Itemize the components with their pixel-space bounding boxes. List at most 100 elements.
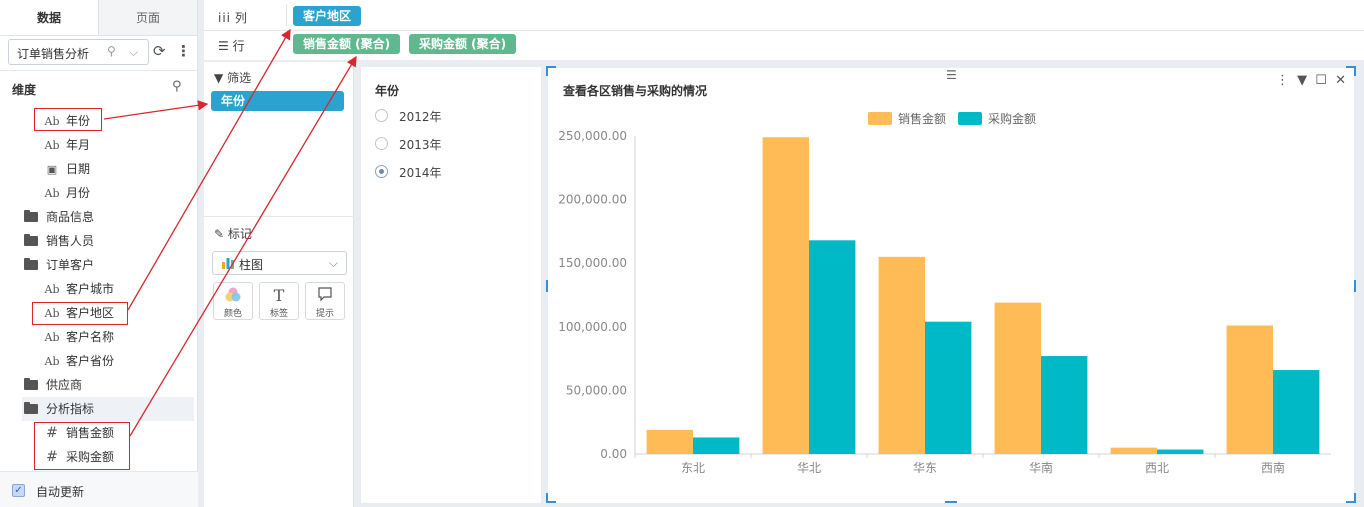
y-tick-label: 250,000.00 (558, 129, 627, 143)
filter-pill-year[interactable]: 年份 (211, 91, 344, 111)
filter-icon: ▼ (214, 71, 224, 85)
divider (204, 216, 354, 217)
rows-label: 行 (232, 39, 245, 53)
tree-item[interactable]: Ab 客户省份 (44, 350, 115, 372)
color-button[interactable]: 颜色 (213, 282, 253, 320)
bar-chart-icon (222, 258, 234, 269)
year-option-label: 2012年 (399, 110, 442, 124)
bar (878, 256, 925, 454)
refresh-icon[interactable]: ⟳ (153, 42, 166, 60)
bar (1157, 449, 1204, 454)
y-tick-label: 150,000.00 (558, 256, 627, 270)
pin-icon: ✎ (214, 227, 225, 241)
dataset-row: 订单销售分析 ⚲ ⌵ ⟳ ⋮ (8, 39, 194, 65)
bar (762, 137, 809, 454)
tab-page[interactable]: 页面 (98, 0, 197, 35)
resize-handle[interactable] (945, 501, 957, 503)
columns-shelf-label: iii 列 (218, 9, 247, 26)
label-label: 标签 (269, 309, 288, 319)
bar (693, 437, 740, 454)
y-tick-label: 50,000.00 (566, 383, 627, 397)
mark-type-select[interactable]: 柱图 ⌵ (212, 251, 347, 275)
panel-tabs: 数据 页面 (0, 0, 197, 36)
filter-label: 筛选 (227, 71, 252, 85)
label-button[interactable]: T 标签 (259, 282, 299, 320)
tree-item[interactable]: 订单客户 (24, 254, 94, 276)
tree-item-label: 年月 (66, 138, 91, 152)
resize-handle[interactable] (1354, 66, 1356, 76)
tree-item-label: 订单客户 (46, 258, 95, 272)
row-pill-sales[interactable]: 销售金额 (聚合) (293, 34, 401, 54)
rows-shelf-label: ☰ 行 (218, 37, 245, 54)
auto-update-checkbox[interactable]: ✓ (12, 484, 25, 497)
resize-handle[interactable] (546, 280, 548, 292)
text-field-icon: Ab (44, 283, 60, 296)
more-icon[interactable]: ⋮ (176, 42, 191, 60)
divider (0, 70, 198, 71)
text-field-icon: Ab (44, 331, 60, 344)
x-tick-label: 东北 (681, 461, 705, 475)
tree-item-label: 分析指标 (46, 402, 95, 416)
bar (809, 240, 856, 454)
folder-open-icon (24, 258, 38, 270)
search-icon[interactable]: ⚲ (172, 79, 182, 94)
resize-handle[interactable] (1354, 280, 1356, 292)
marks-title: ✎ 标记 (214, 225, 252, 242)
tab-data[interactable]: 数据 (0, 0, 98, 35)
x-tick-label: 华南 (1029, 460, 1053, 475)
bar (925, 321, 972, 454)
text-field-icon: Ab (44, 355, 60, 368)
year-option-label: 2014年 (399, 166, 442, 180)
tree-item[interactable]: Ab 年月 (44, 134, 91, 156)
tree-item-label: 客户名称 (66, 330, 115, 344)
folder-icon (24, 234, 38, 246)
tooltip-label: 提示 (315, 309, 334, 319)
row-pill-purchase[interactable]: 采购金额 (聚合) (409, 34, 517, 54)
resize-handle[interactable] (1354, 493, 1356, 503)
tooltip-icon (306, 286, 344, 306)
radio-button[interactable] (375, 165, 388, 178)
folder-icon (24, 210, 38, 222)
auto-update-row: ✓ 自动更新 (0, 471, 198, 507)
tree-item[interactable]: Ab 客户城市 (44, 278, 115, 300)
bar (1273, 370, 1320, 454)
tree-item-label: 客户省份 (66, 354, 115, 368)
folder-icon (24, 378, 38, 390)
tree-item[interactable]: 商品信息 (24, 206, 94, 228)
tree-item-label: 日期 (66, 162, 91, 176)
bar (1110, 447, 1157, 454)
search-icon[interactable]: ⚲ (107, 44, 116, 58)
text-field-icon: Ab (44, 139, 60, 152)
bar (1041, 356, 1088, 454)
radio-button[interactable] (375, 109, 388, 122)
shelves: iii 列 ☰ 行 客户地区 销售金额 (聚合) 采购金额 (聚合) (204, 0, 1364, 60)
text-icon: T (273, 286, 285, 305)
column-pill-region[interactable]: 客户地区 (293, 6, 362, 26)
tree-item-label: 客户城市 (66, 282, 115, 296)
tree-item[interactable]: Ab 客户名称 (44, 326, 115, 348)
tooltip-button[interactable]: 提示 (305, 282, 345, 320)
highlight-box-region (32, 302, 128, 325)
resize-handle[interactable] (546, 493, 548, 503)
y-tick-label: 100,000.00 (558, 320, 627, 334)
tree-item[interactable]: 分析指标 (24, 398, 94, 420)
dataset-select[interactable]: 订单销售分析 ⚲ ⌵ (8, 39, 149, 65)
chevron-down-icon[interactable]: ⌵ (129, 45, 138, 60)
legend-label: 采购金额 (988, 111, 1036, 126)
dimensions-header: 维度 (12, 83, 37, 97)
radio-button[interactable] (375, 137, 388, 150)
y-tick-label: 200,000.00 (558, 193, 627, 207)
year-filter-title: 年份 (375, 84, 400, 98)
divider (286, 4, 287, 26)
highlight-box-year (34, 108, 102, 131)
tree-item-label: 月份 (66, 186, 91, 200)
data-panel: 数据 页面 订单销售分析 ⚲ ⌵ ⟳ ⋮ 维度 ⚲ Ab 年份 Ab 年月 ▣ 日期 Ab 月… (0, 0, 198, 507)
tree-item[interactable]: 供应商 (24, 374, 82, 396)
resize-handle[interactable] (546, 66, 548, 76)
tree-item[interactable]: 销售人员 (24, 230, 94, 252)
year-option-label: 2013年 (399, 138, 442, 152)
tree-item[interactable]: Ab 月份 (44, 182, 91, 204)
tree-item[interactable]: ▣ 日期 (44, 158, 90, 180)
year-filter-card: 年份 2012年 2013年 2014年 (361, 67, 541, 503)
legend-swatch (868, 112, 892, 125)
